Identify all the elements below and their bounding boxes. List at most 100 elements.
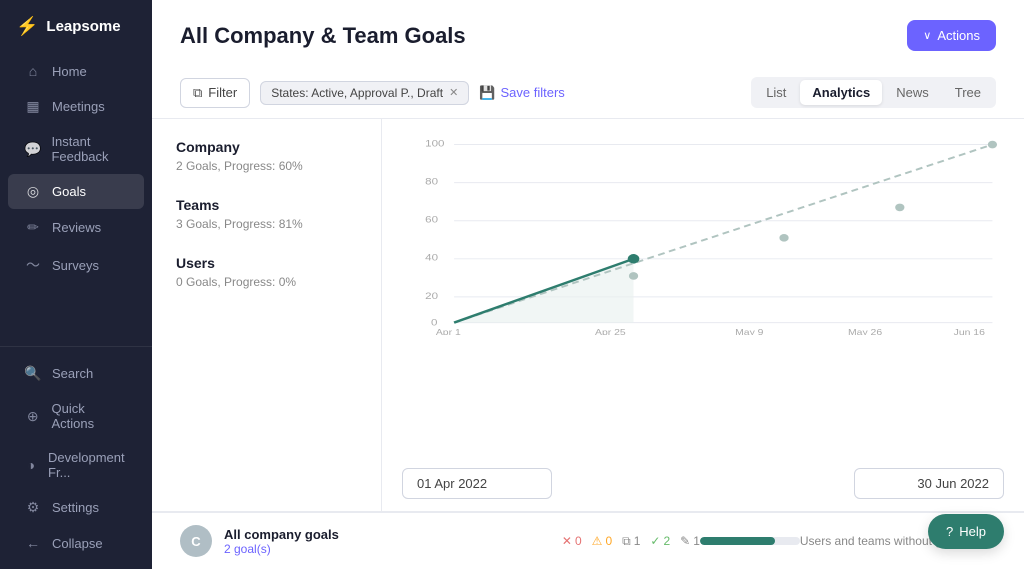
chart-wrapper: 100 80 60 40 20 0 <box>402 135 1004 458</box>
goal-info: All company goals 2 goal(s) <box>224 527 339 556</box>
sidebar-nav: ⌂ Home ▦ Meetings 💬 Instant Feedback ◎ G… <box>0 49 152 346</box>
filter-label: Filter <box>208 85 237 100</box>
tab-tree[interactable]: Tree <box>943 80 993 105</box>
chart-area: 100 80 60 40 20 0 <box>382 119 1024 511</box>
goal-link[interactable]: 2 goal(s) <box>224 542 339 556</box>
collapse-icon: ← <box>24 535 42 551</box>
sidebar-item-label: Surveys <box>52 258 99 273</box>
badge-edit: ✎ 1 <box>680 534 700 548</box>
sidebar-item-collapse[interactable]: ← Collapse <box>8 526 144 560</box>
sidebar-item-label: Collapse <box>52 536 103 551</box>
actions-button[interactable]: Actions <box>907 20 996 51</box>
sidebar-item-label: Instant Feedback <box>51 134 128 164</box>
save-filters-label: Save filters <box>500 85 564 100</box>
sidebar-item-label: Meetings <box>52 99 105 114</box>
svg-text:20: 20 <box>425 291 438 302</box>
sidebar-item-search[interactable]: 🔍 Search <box>8 356 144 391</box>
progress-bar-fill <box>700 537 775 545</box>
feedback-icon: 💬 <box>24 141 41 158</box>
stat-company-label: Company <box>176 139 357 155</box>
sidebar-item-goals[interactable]: ◎ Goals <box>8 174 144 209</box>
sidebar-item-label: Goals <box>52 184 86 199</box>
sidebar-item-label: Home <box>52 64 87 79</box>
goal-item: C All company goals 2 goal(s) <box>180 525 562 557</box>
goals-icon: ◎ <box>24 183 42 200</box>
page-title: All Company & Team Goals <box>180 23 466 49</box>
view-tabs: List Analytics News Tree <box>751 77 996 108</box>
sidebar-item-label: Reviews <box>52 220 101 235</box>
chart-svg: 100 80 60 40 20 0 <box>402 135 1004 335</box>
save-icon: 💾 <box>479 85 495 101</box>
end-date-input[interactable] <box>854 468 1004 499</box>
logo-area: ⚡ Leapsome <box>0 0 152 49</box>
badge-warn: ⚠ 0 <box>592 534 612 548</box>
sidebar-item-development[interactable]: ◑ Development Fr... <box>8 441 144 489</box>
home-icon: ⌂ <box>24 63 42 79</box>
sidebar-item-settings[interactable]: ⚙ Settings <box>8 490 144 525</box>
save-filters-button[interactable]: 💾 Save filters <box>479 85 565 101</box>
sidebar-item-label: Settings <box>52 500 99 515</box>
sidebar-item-surveys[interactable]: 〜 Surveys <box>8 246 144 284</box>
surveys-icon: 〜 <box>24 255 42 275</box>
stats-panel: Company 2 Goals, Progress: 60% Teams 3 G… <box>152 119 382 511</box>
filter-left: ⧉ Filter States: Active, Approval P., Dr… <box>180 78 565 108</box>
stat-teams-sub: 3 Goals, Progress: 81% <box>176 217 357 231</box>
badge-msg: ⧉ 1 <box>622 534 640 549</box>
stat-company-sub: 2 Goals, Progress: 60% <box>176 159 357 173</box>
tab-news[interactable]: News <box>884 80 941 105</box>
svg-text:May 9: May 9 <box>735 328 763 335</box>
filter-button[interactable]: ⧉ Filter <box>180 78 250 108</box>
badge-check: ✓ 2 <box>650 534 670 548</box>
sidebar-bottom: 🔍 Search ⊕ Quick Actions ◑ Development F… <box>0 346 152 569</box>
stat-users: Users 0 Goals, Progress: 0% <box>176 255 357 289</box>
stat-users-label: Users <box>176 255 357 271</box>
goal-name: All company goals <box>224 527 339 542</box>
reviews-icon: ✏ <box>24 219 42 236</box>
states-tag-text: States: Active, Approval P., Draft <box>271 86 443 100</box>
svg-text:40: 40 <box>425 253 438 264</box>
main-content: All Company & Team Goals Actions ⧉ Filte… <box>152 0 1024 569</box>
stat-users-sub: 0 Goals, Progress: 0% <box>176 275 357 289</box>
goal-progress <box>700 537 800 545</box>
sidebar-item-quick-actions[interactable]: ⊕ Quick Actions <box>8 392 144 440</box>
sidebar-item-label: Search <box>52 366 93 381</box>
stat-teams: Teams 3 Goals, Progress: 81% <box>176 197 357 231</box>
progress-bar <box>700 537 800 545</box>
sidebar-item-home[interactable]: ⌂ Home <box>8 54 144 88</box>
filter-bar: ⧉ Filter States: Active, Approval P., Dr… <box>152 67 1024 119</box>
tab-list[interactable]: List <box>754 80 798 105</box>
start-date-input[interactable] <box>402 468 552 499</box>
date-range <box>402 468 1004 499</box>
goal-avatar: C <box>180 525 212 557</box>
goal-badges: ✕ 0 ⚠ 0 ⧉ 1 ✓ 2 ✎ 1 <box>562 534 700 549</box>
logo-text: Leapsome <box>46 18 120 35</box>
bottom-section: C All company goals 2 goal(s) ✕ 0 ⚠ 0 ⧉ … <box>152 511 1024 569</box>
settings-icon: ⚙ <box>24 499 42 516</box>
page-header: All Company & Team Goals Actions <box>152 0 1024 67</box>
filter-icon: ⧉ <box>193 85 202 101</box>
sidebar: ⚡ Leapsome ⌂ Home ▦ Meetings 💬 Instant F… <box>0 0 152 569</box>
search-icon: 🔍 <box>24 365 42 382</box>
dev-icon: ◑ <box>24 457 38 473</box>
svg-text:Apr 25: Apr 25 <box>595 328 626 335</box>
sidebar-item-label: Quick Actions <box>51 401 128 431</box>
sidebar-item-reviews[interactable]: ✏ Reviews <box>8 210 144 245</box>
plus-circle-icon: ⊕ <box>24 408 41 425</box>
sidebar-item-label: Development Fr... <box>48 450 128 480</box>
sidebar-item-instant-feedback[interactable]: 💬 Instant Feedback <box>8 125 144 173</box>
svg-text:May 26: May 26 <box>848 328 882 335</box>
stat-teams-label: Teams <box>176 197 357 213</box>
states-filter-tag: States: Active, Approval P., Draft ✕ <box>260 81 469 105</box>
content-area: Company 2 Goals, Progress: 60% Teams 3 G… <box>152 119 1024 511</box>
svg-text:80: 80 <box>425 176 438 187</box>
stat-company: Company 2 Goals, Progress: 60% <box>176 139 357 173</box>
remove-filter-tag[interactable]: ✕ <box>449 86 458 99</box>
help-label: Help <box>959 524 986 539</box>
help-button[interactable]: ? Help <box>928 514 1004 549</box>
svg-text:Jun 16: Jun 16 <box>954 328 985 335</box>
sidebar-item-meetings[interactable]: ▦ Meetings <box>8 89 144 124</box>
svg-text:100: 100 <box>425 138 444 149</box>
svg-text:Apr 1: Apr 1 <box>436 328 461 335</box>
help-icon: ? <box>946 524 953 539</box>
tab-analytics[interactable]: Analytics <box>800 80 882 105</box>
